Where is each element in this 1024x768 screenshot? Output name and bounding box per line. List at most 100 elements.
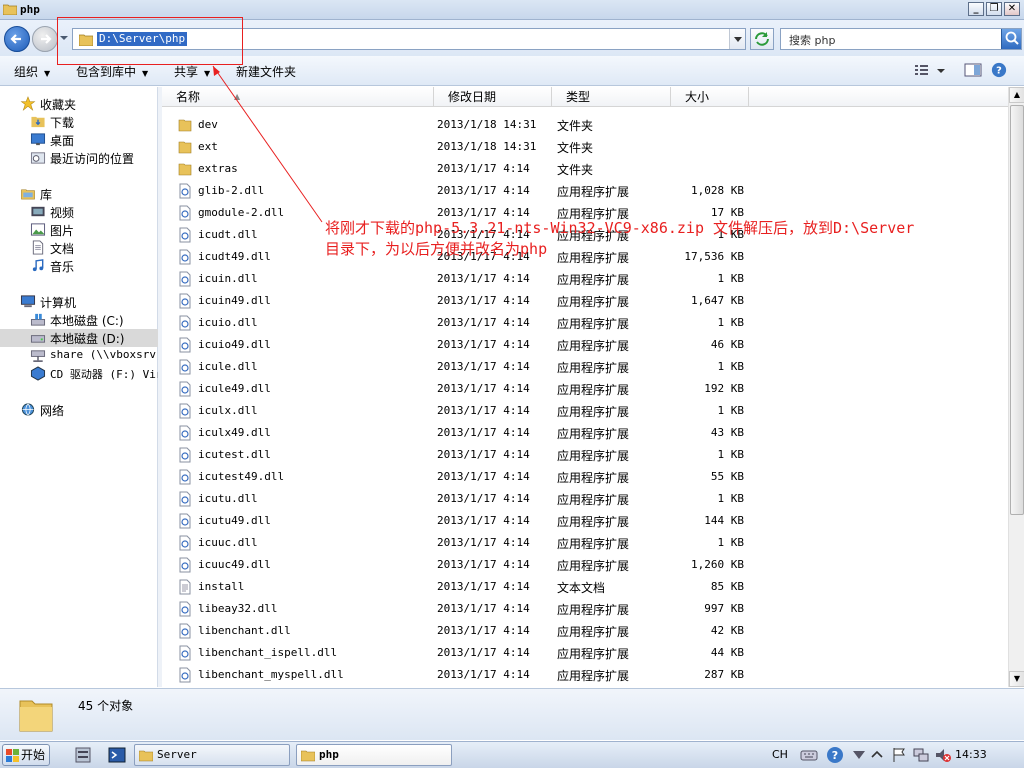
start-label: 开始 bbox=[21, 748, 46, 762]
language-options-icon[interactable] bbox=[850, 746, 868, 764]
dll-file-icon bbox=[179, 183, 191, 199]
file-row[interactable]: icuio49.dll 2013/1/17 4:14 应用程序扩展 46 KB bbox=[162, 334, 1008, 356]
file-name[interactable]: libenchant.dll bbox=[198, 624, 291, 637]
file-name[interactable]: icuin49.dll bbox=[198, 294, 271, 307]
file-row[interactable]: icuin.dll 2013/1/17 4:14 应用程序扩展 1 KB bbox=[162, 268, 1008, 290]
column-header-type[interactable]: 类型 bbox=[552, 87, 671, 107]
file-date: 2013/1/17 4:14 bbox=[437, 360, 530, 373]
file-row[interactable]: extras 2013/1/17 4:14 文件夹 bbox=[162, 158, 1008, 180]
file-name[interactable]: icule49.dll bbox=[198, 382, 271, 395]
navigation-pane: 收藏夹 下载 桌面 最近访问的位置 库 视频 图片 文档 音乐 计算机 本地磁盘… bbox=[0, 87, 163, 687]
file-name[interactable]: icuio.dll bbox=[198, 316, 258, 329]
clock[interactable]: 14:33 bbox=[955, 748, 987, 761]
close-button[interactable]: ✕ bbox=[1004, 2, 1020, 16]
file-name[interactable]: install bbox=[198, 580, 244, 593]
chevron-down-icon: ▼ bbox=[44, 69, 51, 78]
minimize-button[interactable]: _ bbox=[968, 2, 984, 16]
file-name[interactable]: gmodule-2.dll bbox=[198, 206, 284, 219]
taskbar-task-button[interactable]: php bbox=[296, 744, 452, 766]
file-name[interactable]: libenchant_myspell.dll bbox=[198, 668, 344, 681]
share-menu[interactable]: 共享 ▼ bbox=[174, 63, 210, 80]
search-button[interactable] bbox=[1001, 29, 1021, 49]
file-row[interactable]: libeay32.dll 2013/1/17 4:14 应用程序扩展 997 KB bbox=[162, 598, 1008, 620]
refresh-button[interactable] bbox=[750, 28, 774, 50]
help-icon[interactable]: ? bbox=[990, 62, 1008, 78]
file-name[interactable]: icudt49.dll bbox=[198, 250, 271, 263]
nav-documents-label: 文档 bbox=[50, 242, 75, 256]
organize-menu[interactable]: 组织 ▼ bbox=[14, 63, 50, 80]
file-row[interactable]: iculx49.dll 2013/1/17 4:14 应用程序扩展 43 KB bbox=[162, 422, 1008, 444]
vertical-scrollbar[interactable]: ▲ ▼ bbox=[1008, 87, 1024, 687]
file-row[interactable]: libenchant_myspell.dll 2013/1/17 4:14 应用程序… bbox=[162, 664, 1008, 686]
file-name[interactable]: iculx.dll bbox=[198, 404, 258, 417]
volume-muted-icon[interactable] bbox=[934, 746, 952, 764]
file-row[interactable]: icutest.dll 2013/1/17 4:14 应用程序扩展 1 KB bbox=[162, 444, 1008, 466]
help-icon[interactable]: ? bbox=[826, 746, 844, 764]
powershell-icon[interactable] bbox=[108, 746, 126, 764]
search-input[interactable]: 搜索 php bbox=[780, 28, 1022, 50]
chevron-down-icon[interactable] bbox=[936, 62, 946, 78]
scroll-up-button[interactable]: ▲ bbox=[1009, 87, 1024, 103]
new-folder-button[interactable]: 新建文件夹 bbox=[236, 63, 296, 80]
start-button[interactable]: 开始 bbox=[2, 744, 50, 766]
file-row[interactable]: icutest49.dll 2013/1/17 4:14 应用程序扩展 55 KB bbox=[162, 466, 1008, 488]
file-name[interactable]: icutu49.dll bbox=[198, 514, 271, 527]
network-tray-icon[interactable] bbox=[912, 746, 930, 764]
back-button[interactable] bbox=[4, 26, 30, 52]
file-name[interactable]: icuin.dll bbox=[198, 272, 258, 285]
file-name[interactable]: dev bbox=[198, 118, 218, 131]
file-row[interactable]: libenchant_ispell.dll 2013/1/17 4:14 应用程序扩… bbox=[162, 642, 1008, 664]
file-name[interactable]: libenchant_ispell.dll bbox=[198, 646, 337, 659]
file-row[interactable]: icule.dll 2013/1/17 4:14 应用程序扩展 1 KB bbox=[162, 356, 1008, 378]
show-hidden-icons-icon[interactable] bbox=[868, 746, 886, 764]
file-name[interactable]: icuuc.dll bbox=[198, 536, 258, 549]
preview-pane-icon[interactable] bbox=[964, 62, 982, 78]
file-size: 1 KB bbox=[717, 404, 745, 417]
taskbar-task-button[interactable]: Server bbox=[134, 744, 290, 766]
column-header-size[interactable]: 大小 bbox=[671, 87, 749, 107]
file-name[interactable]: icudt.dll bbox=[198, 228, 258, 241]
maximize-button[interactable]: ❐ bbox=[986, 2, 1002, 16]
file-name[interactable]: icuio49.dll bbox=[198, 338, 271, 351]
view-options-icon[interactable] bbox=[914, 62, 932, 78]
file-name[interactable]: iculx49.dll bbox=[198, 426, 271, 439]
scroll-down-button[interactable]: ▼ bbox=[1009, 671, 1024, 687]
file-name[interactable]: extras bbox=[198, 162, 238, 175]
scroll-thumb[interactable] bbox=[1010, 105, 1024, 515]
column-header-name[interactable]: 名称 ▲ bbox=[162, 87, 434, 107]
file-row[interactable]: icuio.dll 2013/1/17 4:14 应用程序扩展 1 KB bbox=[162, 312, 1008, 334]
file-name[interactable]: icutu.dll bbox=[198, 492, 258, 505]
include-in-library-menu[interactable]: 包含到库中 ▼ bbox=[76, 63, 148, 80]
file-row[interactable]: dev 2013/1/18 14:31 文件夹 bbox=[162, 114, 1008, 136]
drive-icon bbox=[30, 335, 46, 343]
file-row[interactable]: icutu.dll 2013/1/17 4:14 应用程序扩展 1 KB bbox=[162, 488, 1008, 510]
file-name[interactable]: icule.dll bbox=[198, 360, 258, 373]
file-name[interactable]: glib-2.dll bbox=[198, 184, 264, 197]
file-row[interactable]: ext 2013/1/18 14:31 文件夹 bbox=[162, 136, 1008, 158]
file-row[interactable]: icutu49.dll 2013/1/17 4:14 应用程序扩展 144 KB bbox=[162, 510, 1008, 532]
file-name[interactable]: ext bbox=[198, 140, 218, 153]
file-row[interactable]: iculx.dll 2013/1/17 4:14 应用程序扩展 1 KB bbox=[162, 400, 1008, 422]
file-name[interactable]: icutest.dll bbox=[198, 448, 271, 461]
file-row[interactable]: icuuc.dll 2013/1/17 4:14 应用程序扩展 1 KB bbox=[162, 532, 1008, 554]
forward-button[interactable] bbox=[32, 26, 58, 52]
file-row[interactable]: glib-2.dll 2013/1/17 4:14 应用程序扩展 1,028 KB bbox=[162, 180, 1008, 202]
file-name[interactable]: icutest49.dll bbox=[198, 470, 284, 483]
file-name[interactable]: icuuc49.dll bbox=[198, 558, 271, 571]
ime-indicator[interactable]: CH bbox=[772, 748, 788, 761]
keyboard-icon[interactable] bbox=[800, 746, 818, 764]
action-center-flag-icon[interactable] bbox=[890, 746, 908, 764]
file-row[interactable]: install 2013/1/17 4:14 文本文档 85 KB bbox=[162, 576, 1008, 598]
file-name[interactable]: libeay32.dll bbox=[198, 602, 277, 615]
file-type: 应用程序扩展 bbox=[557, 669, 630, 683]
file-row[interactable]: icuuc49.dll 2013/1/17 4:14 应用程序扩展 1,260 KB bbox=[162, 554, 1008, 576]
file-row[interactable]: libenchant.dll 2013/1/17 4:14 应用程序扩展 42 KB bbox=[162, 620, 1008, 642]
address-dropdown-button[interactable] bbox=[729, 29, 745, 49]
dll-file-icon bbox=[179, 249, 191, 265]
file-row[interactable]: icule49.dll 2013/1/17 4:14 应用程序扩展 192 KB bbox=[162, 378, 1008, 400]
file-row[interactable]: icuin49.dll 2013/1/17 4:14 应用程序扩展 1,647 KB bbox=[162, 290, 1008, 312]
file-type: 文件夹 bbox=[557, 163, 594, 177]
column-header-date[interactable]: 修改日期 bbox=[434, 87, 552, 107]
server-manager-icon[interactable] bbox=[74, 746, 92, 764]
file-type: 文件夹 bbox=[557, 119, 594, 133]
